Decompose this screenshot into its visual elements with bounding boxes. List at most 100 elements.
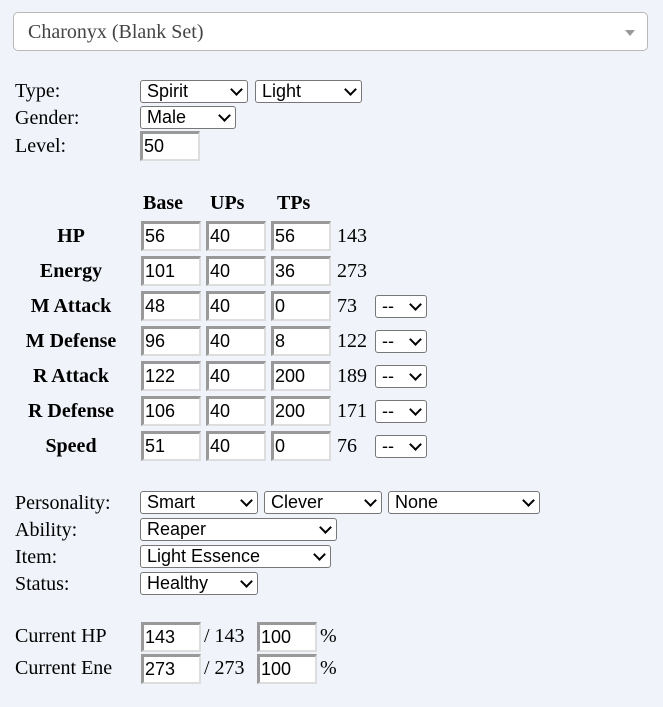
- stat-label: R Defense: [27, 400, 115, 422]
- personality3-value: None: [395, 492, 439, 512]
- chevron-down-icon: [409, 438, 422, 451]
- current-hp-percent-input[interactable]: 100: [257, 622, 317, 652]
- type1-select[interactable]: Spirit: [140, 80, 248, 103]
- ups-input[interactable]: 40: [206, 431, 266, 461]
- stat-total: 73: [337, 295, 357, 317]
- base-input[interactable]: 51: [141, 431, 201, 461]
- percent-sign: %: [320, 657, 337, 679]
- ups-input[interactable]: 40: [206, 396, 266, 426]
- ups-input[interactable]: 40: [206, 256, 266, 286]
- chevron-down-icon: [240, 575, 253, 588]
- personality2-select[interactable]: Clever: [264, 491, 382, 514]
- item-select[interactable]: Light Essence: [140, 545, 331, 568]
- stat-modifier-value: --: [382, 366, 394, 386]
- stat-modifier-select[interactable]: --: [375, 435, 427, 458]
- stat-modifier-select[interactable]: --: [375, 400, 427, 423]
- chevron-down-icon: [344, 83, 357, 96]
- ability-label: Ability:: [15, 519, 78, 541]
- stat-modifier-value: --: [382, 296, 394, 316]
- stat-modifier-value: --: [382, 401, 394, 421]
- chevron-down-icon: [409, 403, 422, 416]
- stat-label: Energy: [39, 260, 103, 282]
- stat-label: R Attack: [32, 365, 110, 387]
- tps-input[interactable]: 56: [271, 221, 331, 251]
- base-input[interactable]: 48: [141, 291, 201, 321]
- ups-input[interactable]: 40: [206, 361, 266, 391]
- set-select[interactable]: Charonyx (Blank Set): [13, 12, 648, 51]
- header-base: Base: [143, 192, 183, 214]
- chevron-down-icon: [230, 83, 243, 96]
- stat-modifier-value: --: [382, 331, 394, 351]
- stat-label: M Defense: [25, 330, 117, 352]
- personality2-value: Clever: [271, 492, 324, 512]
- status-select[interactable]: Healthy: [140, 572, 258, 595]
- stat-total: 76: [337, 435, 357, 457]
- stat-total: 143: [337, 225, 367, 247]
- stat-total: 273: [337, 260, 367, 282]
- header-tps: TPs: [277, 192, 311, 214]
- ups-input[interactable]: 40: [206, 326, 266, 356]
- max-ene: / 273: [204, 657, 245, 679]
- set-select-value: Charonyx (Blank Set): [28, 21, 204, 43]
- stat-modifier-select[interactable]: --: [375, 295, 427, 318]
- personality1-select[interactable]: Smart: [140, 491, 258, 514]
- tps-input[interactable]: 0: [271, 431, 331, 461]
- personality1-value: Smart: [147, 492, 196, 512]
- item-label: Item:: [15, 546, 58, 568]
- type2-value: Light: [262, 81, 302, 101]
- tps-input[interactable]: 8: [271, 326, 331, 356]
- chevron-down-icon: [240, 494, 253, 507]
- base-input[interactable]: 106: [141, 396, 201, 426]
- stat-modifier-select[interactable]: --: [375, 365, 427, 388]
- chevron-down-icon: [409, 333, 422, 346]
- base-input[interactable]: 101: [141, 256, 201, 286]
- level-label: Level:: [15, 135, 67, 157]
- level-input[interactable]: 50: [140, 131, 200, 161]
- tps-input[interactable]: 0: [271, 291, 331, 321]
- current-ene-label: Current Ene: [15, 657, 113, 679]
- type-label: Type:: [15, 80, 61, 102]
- header-ups: UPs: [210, 192, 245, 214]
- personality-label: Personality:: [15, 492, 111, 514]
- type2-select[interactable]: Light: [255, 80, 362, 103]
- base-input[interactable]: 56: [141, 221, 201, 251]
- stat-total: 171: [337, 400, 367, 422]
- caret-down-icon: [625, 30, 635, 36]
- base-input[interactable]: 122: [141, 361, 201, 391]
- base-input[interactable]: 96: [141, 326, 201, 356]
- ability-value: Reaper: [147, 519, 207, 539]
- tps-input[interactable]: 36: [271, 256, 331, 286]
- tps-input[interactable]: 200: [271, 396, 331, 426]
- personality3-select[interactable]: None: [388, 491, 540, 514]
- chevron-down-icon: [364, 494, 377, 507]
- chevron-down-icon: [218, 109, 231, 122]
- stat-total: 189: [337, 365, 367, 387]
- gender-value: Male: [147, 107, 187, 127]
- stat-label: Speed: [45, 435, 97, 457]
- status-value: Healthy: [147, 573, 209, 593]
- stat-modifier-value: --: [382, 436, 394, 456]
- ups-input[interactable]: 40: [206, 221, 266, 251]
- chevron-down-icon: [409, 298, 422, 311]
- current-ene-percent-input[interactable]: 100: [257, 654, 317, 684]
- chevron-down-icon: [319, 521, 332, 534]
- ups-input[interactable]: 40: [206, 291, 266, 321]
- status-label: Status:: [15, 573, 70, 595]
- current-ene-input[interactable]: 273: [141, 654, 201, 684]
- current-hp-label: Current HP: [15, 625, 107, 647]
- stat-total: 122: [337, 330, 367, 352]
- item-value: Light Essence: [147, 546, 261, 566]
- tps-input[interactable]: 200: [271, 361, 331, 391]
- max-hp: / 143: [204, 625, 245, 647]
- gender-label: Gender:: [15, 107, 80, 129]
- chevron-down-icon: [409, 368, 422, 381]
- stat-label: HP: [57, 225, 85, 247]
- current-hp-input[interactable]: 143: [141, 622, 201, 652]
- gender-select[interactable]: Male: [140, 106, 236, 129]
- percent-sign: %: [320, 625, 337, 647]
- stat-modifier-select[interactable]: --: [375, 330, 427, 353]
- chevron-down-icon: [313, 548, 326, 561]
- type1-value: Spirit: [147, 81, 189, 101]
- chevron-down-icon: [522, 494, 535, 507]
- ability-select[interactable]: Reaper: [140, 518, 337, 541]
